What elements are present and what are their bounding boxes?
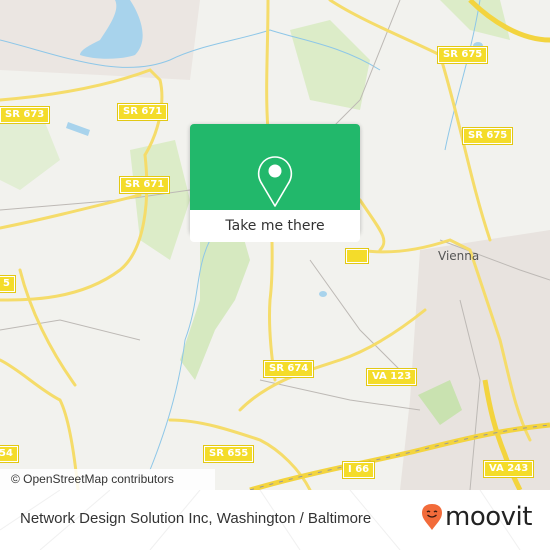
road-shield: 54 [0, 445, 19, 463]
destination-popup[interactable]: Take me there [190, 124, 360, 242]
moovit-smiley-pin-icon [422, 504, 442, 530]
map-view[interactable]: SR 675 SR 671 SR 673 SR 675 SR 671 SR 67… [0, 0, 550, 490]
road-shield: SR 673 [0, 106, 51, 124]
popup-pointer [267, 233, 283, 242]
park-area [180, 225, 250, 380]
road-shield: SR 675 [461, 127, 514, 145]
road-shield: SR 655 [202, 445, 255, 463]
road-shield: SR 671 [116, 103, 169, 121]
road-shield: I 66 [341, 461, 376, 479]
road-shield: VA 123 [365, 368, 418, 386]
moovit-wordmark: moovit [445, 502, 532, 532]
map-canvas [0, 0, 550, 490]
place-label-vienna: Vienna [438, 249, 480, 263]
popup-header[interactable] [190, 124, 360, 210]
footer: Network Design Solution Inc, Washington … [0, 490, 550, 550]
road-shield: SR 674 [262, 360, 315, 378]
road-shield: VA 243 [482, 460, 535, 478]
pond [66, 122, 90, 136]
pond [319, 291, 327, 297]
road-shield: 5 [0, 275, 16, 293]
moovit-logo[interactable]: moovit [421, 502, 532, 532]
location-title: Network Design Solution Inc, Washington … [20, 510, 372, 527]
park-area [290, 20, 370, 110]
map-attribution[interactable]: © OpenStreetMap contributors [0, 469, 215, 490]
road-shield-partial [345, 248, 369, 264]
road-shield: SR 675 [436, 46, 489, 64]
road-shield: SR 671 [118, 176, 171, 194]
location-pin-icon [257, 156, 293, 207]
